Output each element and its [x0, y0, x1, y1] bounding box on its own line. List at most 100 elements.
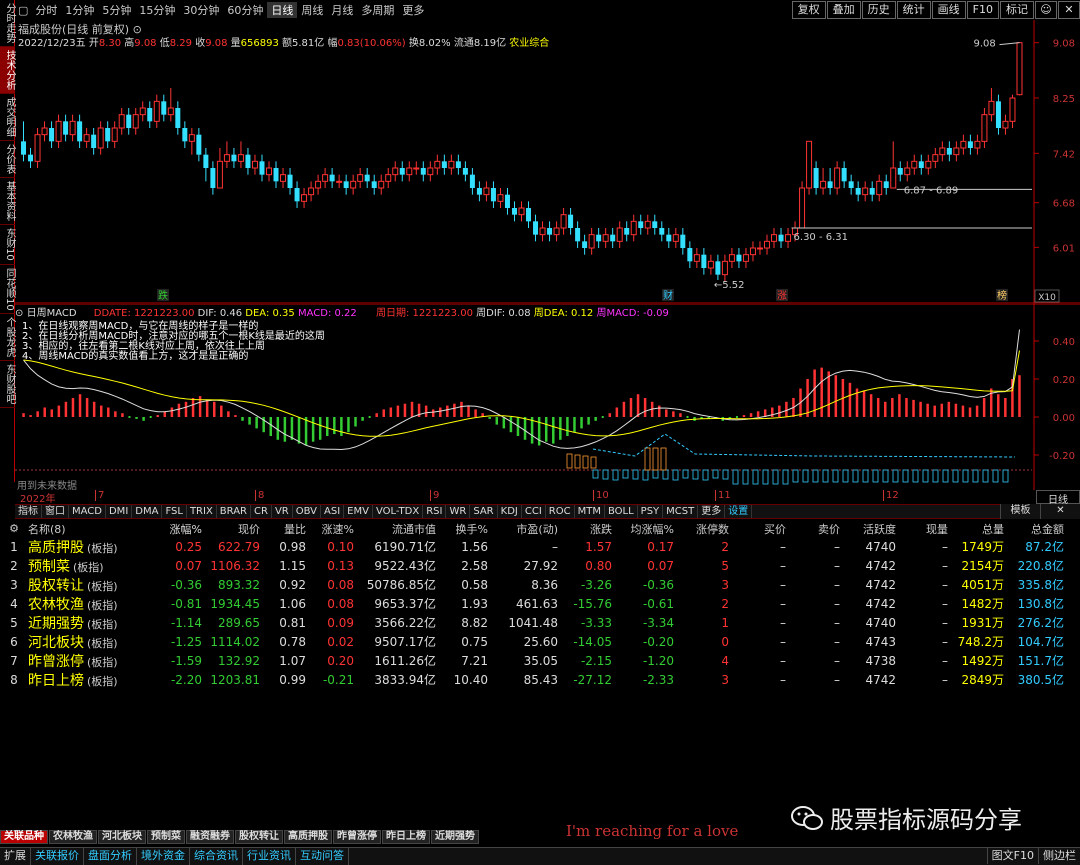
sector-name[interactable]: 高质押股	[28, 540, 84, 556]
bottom-tab-2[interactable]: 河北板块	[98, 830, 146, 844]
bottom-tab-1[interactable]: 农林牧渔	[49, 830, 97, 844]
toolbar-button-3[interactable]: 统计	[896, 1, 931, 19]
status-tab-1[interactable]: 关联报价	[31, 848, 84, 865]
indicator-tab-2[interactable]: MACD	[69, 505, 106, 518]
indicator-tab-20[interactable]: MTM	[575, 505, 605, 518]
zoom-label[interactable]: X10	[1038, 293, 1056, 303]
period-2[interactable]: 5分钟	[98, 2, 135, 18]
column-header[interactable]: 总量	[952, 521, 1008, 537]
sector-name[interactable]: 河北板块	[28, 635, 84, 651]
candlestick-chart[interactable]: 9.08 8.25 7.42 6.68 6.01 9.08 ←5.52 6.87 - 6.89…	[15, 20, 1080, 304]
toolbar-button-6[interactable]: 标记	[1000, 1, 1034, 19]
indicator-tab-9[interactable]: VR	[272, 505, 293, 518]
period-8[interactable]: 月线	[327, 2, 357, 18]
row-name-cell[interactable]: 股权转让 (板指)	[28, 575, 158, 595]
left-tab-0[interactable]: 分时走势	[0, 0, 15, 47]
table-row[interactable]: 1 高质押股 (板指) 0.25 622.79 0.98 0.10 6190.71亿 1.56 –…	[0, 537, 1080, 556]
indicator-tab-12[interactable]: EMV	[344, 505, 373, 518]
column-header[interactable]: 总金额	[1008, 521, 1068, 537]
status-tab-3[interactable]: 境外资金	[137, 848, 190, 865]
row-name-cell[interactable]: 昨日上榜 (板指)	[28, 670, 158, 690]
status-right-0[interactable]: 图文F10	[986, 848, 1038, 864]
table-row[interactable]: 4 农林牧渔 (板指) -0.81 1934.45 1.06 0.08 9653.37亿 1.9…	[0, 594, 1080, 613]
column-header[interactable]: 涨幅%	[158, 521, 206, 537]
indicator-tab-4[interactable]: DMA	[132, 505, 163, 518]
table-row[interactable]: 3 股权转让 (板指) -0.36 893.32 0.92 0.08 50786.85亿 0.5…	[0, 575, 1080, 594]
table-row[interactable]: 2 预制菜 (板指) 0.07 1106.32 1.15 0.13 9522.43亿 2.58 2…	[0, 556, 1080, 575]
status-tab-0[interactable]: 扩展	[0, 848, 31, 865]
period-5[interactable]: 60分钟	[223, 2, 267, 18]
row-name-cell[interactable]: 近期强势 (板指)	[28, 613, 158, 633]
table-row[interactable]: 7 昨曾涨停 (板指) -1.59 132.92 1.07 0.20 1611.26亿 7.21…	[0, 651, 1080, 670]
toolbar-button-4[interactable]: 画线	[931, 1, 966, 19]
left-tab-1[interactable]: 技术分析	[0, 47, 15, 94]
sector-name[interactable]: 近期强势	[28, 616, 84, 632]
column-header[interactable]: 量比	[264, 521, 310, 537]
bottom-tab-6[interactable]: 高质押股	[284, 830, 332, 844]
indicator-tab-3[interactable]: DMI	[106, 505, 133, 518]
indicator-tab-17[interactable]: KDJ	[498, 505, 522, 518]
toolbar-button-5[interactable]: F10	[966, 1, 999, 19]
period-9[interactable]: 多周期	[357, 2, 398, 18]
indicator-tab-22[interactable]: PSY	[638, 505, 664, 518]
left-tab-4[interactable]: 基本资料	[0, 178, 15, 225]
indicator-tab-11[interactable]: ASI	[321, 505, 345, 518]
bottom-tab-3[interactable]: 预制菜	[147, 830, 185, 844]
bottom-tab-9[interactable]: 近期强势	[431, 830, 479, 844]
row-name-cell[interactable]: 昨曾涨停 (板指)	[28, 651, 158, 671]
column-header[interactable]: 换手%	[440, 521, 492, 537]
column-header[interactable]: 买价	[733, 521, 790, 537]
sector-name[interactable]: 股权转让	[28, 578, 84, 594]
indicator-tab-6[interactable]: TRIX	[187, 505, 217, 518]
template-close-icon[interactable]: ✕	[1040, 504, 1080, 519]
column-header[interactable]: 均涨幅%	[616, 521, 678, 537]
period-4[interactable]: 30分钟	[179, 2, 223, 18]
indicator-tab-5[interactable]: FSL	[162, 505, 187, 518]
sector-name[interactable]: 预制菜	[28, 559, 70, 575]
column-header[interactable]: 涨跌	[562, 521, 616, 537]
indicator-tab-16[interactable]: SAR	[470, 505, 498, 518]
column-header[interactable]: 现量	[900, 521, 952, 537]
column-header[interactable]: 活跃度	[844, 521, 900, 537]
indicator-tab-1[interactable]: 窗口	[42, 505, 69, 518]
left-tab-5[interactable]: 东财10	[0, 225, 15, 265]
indicator-tab-7[interactable]: BRAR	[217, 505, 251, 518]
bottom-tab-5[interactable]: 股权转让	[235, 830, 283, 844]
period-3[interactable]: 15分钟	[135, 2, 179, 18]
bottom-tab-7[interactable]: 昨曾涨停	[333, 830, 381, 844]
bottom-tab-8[interactable]: 昨日上榜	[382, 830, 430, 844]
column-header[interactable]: 名称(8)	[28, 521, 158, 537]
bottom-tab-0[interactable]: 关联品种	[0, 830, 48, 844]
column-header[interactable]: 市盈(动)	[492, 521, 562, 537]
indicator-tab-18[interactable]: CCI	[522, 505, 546, 518]
indicator-tab-10[interactable]: OBV	[293, 505, 321, 518]
people-icon[interactable]: ☺	[1035, 1, 1057, 19]
period-10[interactable]: 更多	[398, 2, 428, 18]
indicator-tab-13[interactable]: VOL-TDX	[373, 505, 424, 518]
period-label[interactable]: 日线	[1036, 490, 1080, 506]
indicator-tab-25[interactable]: 设置	[725, 505, 753, 518]
indicator-tab-0[interactable]: 指标	[15, 505, 42, 518]
status-tab-4[interactable]: 综合资讯	[190, 848, 243, 865]
left-tab-6[interactable]: 同花顺10	[0, 265, 15, 315]
status-right-1[interactable]: 侧边栏	[1038, 848, 1080, 864]
left-tab-7[interactable]: 个股龙虎	[0, 314, 15, 362]
bottom-tab-4[interactable]: 融资融券	[186, 830, 234, 844]
period-6[interactable]: 日线	[267, 2, 298, 18]
table-row[interactable]: 6 河北板块 (板指) -1.25 1114.02 0.78 0.02 9507.17亿 0.7…	[0, 632, 1080, 651]
row-name-cell[interactable]: 河北板块 (板指)	[28, 632, 158, 652]
column-header[interactable]: 涨速%	[310, 521, 358, 537]
indicator-tab-8[interactable]: CR	[251, 505, 272, 518]
indicator-tab-24[interactable]: 更多	[698, 505, 726, 518]
sector-name[interactable]: 昨曾涨停	[28, 654, 84, 670]
period-0[interactable]: 分时	[31, 2, 61, 18]
row-name-cell[interactable]: 农林牧渔 (板指)	[28, 594, 158, 614]
period-1[interactable]: 1分钟	[61, 2, 98, 18]
status-tab-6[interactable]: 互动问答	[296, 848, 349, 865]
indicator-name[interactable]: 日周MACD	[27, 308, 77, 319]
indicator-tab-15[interactable]: WR	[446, 505, 471, 518]
toolbar-button-2[interactable]: 历史	[861, 1, 896, 19]
column-header[interactable]: 流通市值	[358, 521, 440, 537]
sector-name[interactable]: 昨日上榜	[28, 673, 84, 689]
row-name-cell[interactable]: 预制菜 (板指)	[28, 556, 158, 576]
